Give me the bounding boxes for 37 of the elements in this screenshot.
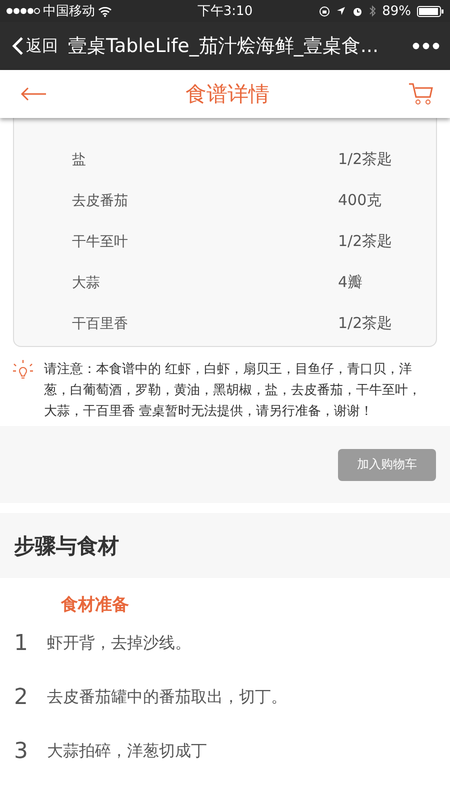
page-title: 壹桌TableLife_茄汁烩海鲜_壹桌食...	[68, 34, 380, 59]
back-button[interactable]: 返回	[12, 36, 58, 56]
ingredient-amount: 1/2茶匙	[338, 314, 392, 333]
ingredient-amount: 400克	[338, 191, 382, 210]
lightbulb-icon	[12, 359, 34, 381]
notice-text: 请注意：本食谱中的 红虾，白虾，扇贝王，目鱼仔，青口贝，洋葱，白葡萄酒，罗勒，黄油，黑胡椒，盐，去皮番茄，干牛至叶，大蒜，干百里香 壹桌暂时无法提供，请另行准备，谢谢！	[44, 361, 422, 421]
step-number: 1	[13, 631, 29, 656]
ingredient-amount: 1/2茶匙	[338, 232, 392, 251]
ingredient-name: 盐	[72, 150, 87, 168]
step-number: 2	[13, 685, 29, 710]
more-icon[interactable]	[412, 42, 440, 50]
clock-time: 下午3:10	[197, 4, 253, 19]
battery-percent: 89%	[382, 4, 411, 18]
ingredient-amount: 4瓣	[338, 273, 363, 292]
header-title: 食谱详情	[186, 81, 270, 108]
ingredient-name: 大蒜	[72, 274, 101, 292]
bluetooth-icon	[369, 5, 376, 17]
cart-icon[interactable]	[408, 82, 434, 106]
step-text: 大蒜拍碎，洋葱切成丁	[47, 741, 207, 762]
carrier-name: 中国移动	[43, 3, 95, 20]
ingredient-name: 干牛至叶	[72, 232, 129, 250]
lock-rotation-icon	[319, 6, 330, 16]
alarm-icon	[352, 6, 364, 16]
step-text: 虾开背，去掉沙线。	[47, 633, 191, 654]
signal-icon	[6, 7, 40, 15]
location-icon	[336, 6, 346, 16]
step-number: 3	[13, 739, 29, 764]
wifi-icon	[98, 6, 112, 16]
ingredient-name: 干百里香	[72, 314, 129, 332]
battery-icon	[417, 6, 444, 16]
chevron-left-icon	[12, 36, 24, 56]
back-arrow-icon[interactable]	[20, 87, 47, 101]
ingredient-amount: 1/2茶匙	[338, 150, 392, 169]
section-title: 步骤与食材	[14, 532, 119, 560]
step-text: 去皮番茄罐中的番茄取出，切丁。	[47, 687, 287, 708]
ingredient-name: 去皮番茄	[72, 192, 129, 210]
group-title: 食材准备	[61, 594, 130, 616]
